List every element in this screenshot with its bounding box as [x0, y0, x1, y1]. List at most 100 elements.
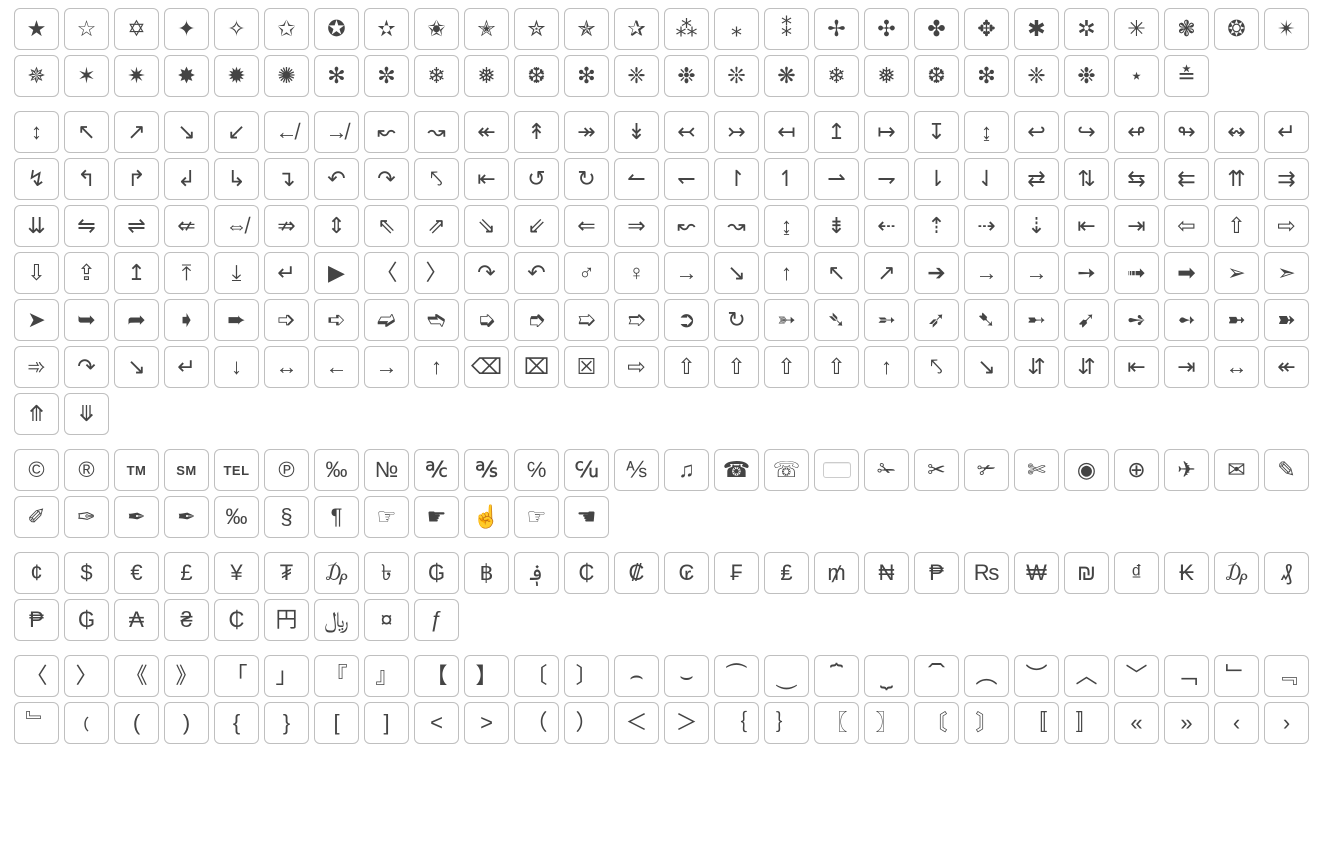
symbol-cell[interactable]: ↵	[1264, 111, 1309, 153]
symbol-cell[interactable]: ⇨	[614, 346, 659, 388]
symbol-cell[interactable]: ℗	[264, 449, 309, 491]
symbol-cell[interactable]: 》	[164, 655, 209, 697]
symbol-cell[interactable]: ↱	[114, 158, 159, 200]
symbol-cell[interactable]: 「	[214, 655, 259, 697]
symbol-cell[interactable]: 〈	[14, 655, 59, 697]
symbol-cell[interactable]: ‰	[314, 449, 359, 491]
symbol-cell[interactable]: 〛	[1064, 702, 1109, 744]
symbol-cell[interactable]: ⇐	[564, 205, 609, 247]
symbol-cell[interactable]: ❇	[964, 55, 1009, 97]
symbol-cell[interactable]: ❋	[764, 55, 809, 97]
symbol-cell[interactable]: 〉	[64, 655, 109, 697]
symbol-cell[interactable]: ↭	[1214, 111, 1259, 153]
symbol-cell[interactable]: ✦	[164, 8, 209, 50]
symbol-cell[interactable]: ❄	[814, 55, 859, 97]
symbol-cell[interactable]: ⇂	[914, 158, 959, 200]
symbol-cell[interactable]: }	[264, 702, 309, 744]
symbol-cell[interactable]: ⁎	[714, 8, 759, 50]
symbol-cell[interactable]: «	[1114, 702, 1159, 744]
symbol-cell[interactable]: ↷	[364, 158, 409, 200]
symbol-cell[interactable]: ❉	[664, 55, 709, 97]
symbol-cell[interactable]: ↶	[514, 252, 559, 294]
symbol-cell[interactable]: ⇄	[1014, 158, 1059, 200]
symbol-cell[interactable]: ¶	[314, 496, 359, 538]
symbol-cell[interactable]: ⇋	[64, 205, 109, 247]
symbol-cell[interactable]: ←	[314, 346, 359, 388]
symbol-cell[interactable]: ✪	[314, 8, 359, 50]
symbol-cell[interactable]: ✎	[1264, 449, 1309, 491]
symbol-cell[interactable]: ₢	[664, 552, 709, 594]
symbol-cell[interactable]: ⁂	[664, 8, 709, 50]
symbol-cell[interactable]: ➵	[864, 299, 909, 341]
symbol-cell[interactable]: ✩	[264, 8, 309, 50]
symbol-cell[interactable]: ⇤	[464, 158, 509, 200]
symbol-cell[interactable]: ↜	[364, 111, 409, 153]
symbol-cell[interactable]: ⇤	[1114, 346, 1159, 388]
symbol-cell[interactable]: ↦	[864, 111, 909, 153]
symbol-cell[interactable]: ✵	[14, 55, 59, 97]
symbol-cell[interactable]: ⋆	[1114, 55, 1159, 97]
symbol-cell[interactable]: [	[314, 702, 359, 744]
symbol-cell[interactable]: ↛	[314, 111, 359, 153]
symbol-cell[interactable]: ↡	[614, 111, 659, 153]
symbol-cell[interactable]: ↟	[514, 111, 559, 153]
symbol-cell[interactable]: ❇	[564, 55, 609, 97]
symbol-cell[interactable]: ☞	[514, 496, 559, 538]
symbol-cell[interactable]: ﹀	[1114, 655, 1159, 697]
symbol-cell[interactable]: ❅	[864, 55, 909, 97]
symbol-cell[interactable]: ↖	[64, 111, 109, 153]
symbol-cell[interactable]: ︵	[964, 655, 1009, 697]
symbol-cell[interactable]: ®	[64, 449, 109, 491]
symbol-cell[interactable]: ➾	[14, 346, 59, 388]
symbol-cell[interactable]: ⇢	[964, 205, 1009, 247]
symbol-cell[interactable]: ₨	[964, 552, 1009, 594]
symbol-cell[interactable]: ↔	[1214, 346, 1259, 388]
symbol-cell[interactable]: ✹	[214, 55, 259, 97]
symbol-cell[interactable]: ↔	[264, 346, 309, 388]
symbol-cell[interactable]: ✯	[564, 8, 609, 50]
symbol-cell[interactable]: ⊕	[1114, 449, 1159, 491]
symbol-cell[interactable]: ❂	[1214, 8, 1259, 50]
symbol-cell[interactable]: ✧	[214, 8, 259, 50]
symbol-cell[interactable]: ➥	[64, 299, 109, 341]
symbol-cell[interactable]: ↧	[914, 111, 959, 153]
symbol-cell[interactable]: ⇵	[1014, 346, 1059, 388]
symbol-cell[interactable]: ♀	[614, 252, 659, 294]
symbol-cell[interactable]: ↑	[414, 346, 459, 388]
symbol-cell[interactable]: ☚	[564, 496, 609, 538]
symbol-cell[interactable]: ⇧	[1214, 205, 1259, 247]
symbol-cell[interactable]: ↿	[764, 158, 809, 200]
symbol-cell[interactable]: ▶	[314, 252, 359, 294]
symbol-cell[interactable]: ⤒	[164, 252, 209, 294]
symbol-cell[interactable]: ↣	[714, 111, 759, 153]
symbol-cell[interactable]: →	[364, 346, 409, 388]
symbol-cell[interactable]: №	[364, 449, 409, 491]
symbol-cell[interactable]: ↽	[664, 158, 709, 200]
symbol-cell[interactable]: ☒	[564, 346, 609, 388]
symbol-cell[interactable]: ﷼	[314, 599, 359, 641]
symbol-cell[interactable]: ﹂	[1214, 655, 1259, 697]
symbol-cell[interactable]: ⤊	[14, 393, 59, 435]
symbol-cell[interactable]: ☞	[364, 496, 409, 538]
symbol-cell[interactable]: ➔	[914, 252, 959, 294]
symbol-cell[interactable]: ➻	[1164, 299, 1209, 341]
symbol-cell[interactable]: ⇵	[1064, 346, 1109, 388]
symbol-cell[interactable]: ❆	[914, 55, 959, 97]
symbol-cell[interactable]: ➫	[364, 299, 409, 341]
symbol-cell[interactable]: ₱	[914, 552, 959, 594]
symbol-cell[interactable]: ⇎	[214, 205, 259, 247]
symbol-cell[interactable]: ₣	[714, 552, 759, 594]
symbol-cell[interactable]: 『	[314, 655, 359, 697]
symbol-cell[interactable]: ↵	[264, 252, 309, 294]
symbol-cell[interactable]: ✡	[114, 8, 159, 50]
symbol-cell[interactable]: ❄	[414, 55, 459, 97]
symbol-cell[interactable]: ⇡	[914, 205, 959, 247]
symbol-cell[interactable]: ✻	[314, 55, 359, 97]
symbol-cell[interactable]: ⇥	[1114, 205, 1159, 247]
symbol-cell[interactable]: →	[1014, 252, 1059, 294]
symbol-cell[interactable]: ↬	[1164, 111, 1209, 153]
symbol-cell[interactable]: ↷	[64, 346, 109, 388]
symbol-cell[interactable]: ➨	[214, 299, 259, 341]
symbol-cell[interactable]: >	[464, 702, 509, 744]
symbol-cell[interactable]: ⌧	[514, 346, 559, 388]
